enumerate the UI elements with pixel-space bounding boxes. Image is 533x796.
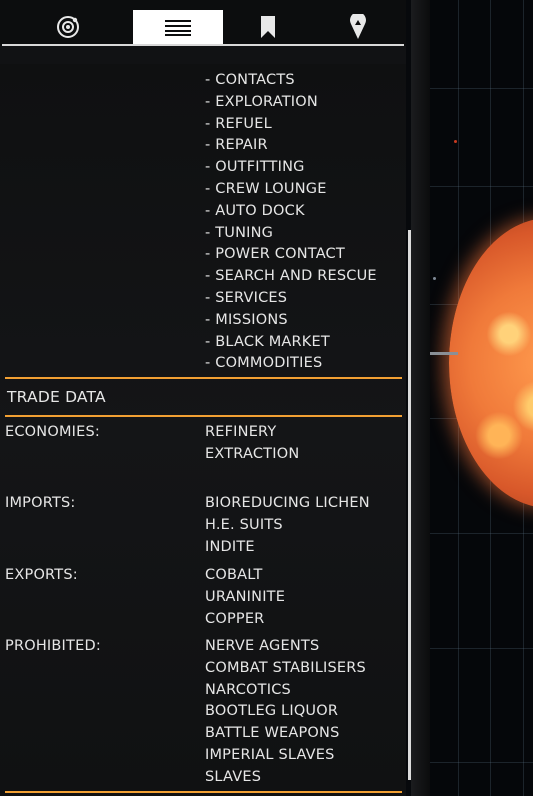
export-value: URANINITE bbox=[205, 588, 286, 605]
service-item: - REPAIR bbox=[205, 137, 268, 154]
service-item: - TUNING bbox=[205, 224, 274, 241]
import-value: BIOREDUCING LICHEN bbox=[205, 495, 370, 511]
service-item: - BLACK MARKET bbox=[205, 333, 330, 350]
prohibited-value: BATTLE WEAPONS bbox=[205, 725, 340, 742]
location-pin-icon bbox=[350, 14, 366, 39]
service-item: - AUTO DOCK bbox=[205, 202, 305, 219]
section-divider bbox=[5, 377, 402, 379]
service-item: - SEARCH AND RESCUE bbox=[205, 268, 377, 285]
galaxy-map-view[interactable] bbox=[430, 0, 533, 796]
economy-value: REFINERY bbox=[205, 424, 277, 440]
economies-values: REFINERY EXTRACTION bbox=[205, 422, 299, 466]
tab-bar-underline bbox=[2, 44, 404, 46]
tab-bookmarks[interactable] bbox=[223, 10, 313, 44]
prohibited-value: NERVE AGENTS bbox=[205, 638, 320, 654]
panel-content[interactable]: - CONTACTS - EXPLORATION - REFUEL - REPA… bbox=[0, 64, 406, 796]
export-value: COBALT bbox=[205, 567, 263, 583]
service-item: - POWER CONTACT bbox=[205, 246, 345, 263]
service-item: - SERVICES bbox=[205, 289, 288, 306]
export-value: COPPER bbox=[205, 610, 265, 627]
service-item: - CREW LOUNGE bbox=[205, 180, 327, 197]
prohibited-value: COMBAT STABILISERS bbox=[205, 659, 366, 676]
tab-system[interactable] bbox=[23, 10, 113, 44]
tab-navigation[interactable] bbox=[313, 10, 403, 44]
map-star-dot[interactable] bbox=[433, 277, 436, 280]
service-item: - REFUEL bbox=[205, 115, 272, 132]
map-grid-line bbox=[430, 762, 533, 763]
economies-label: ECONOMIES: bbox=[5, 424, 100, 440]
service-item: - COMMODITIES bbox=[205, 355, 323, 372]
prohibited-label: PROHIBITED: bbox=[5, 638, 101, 654]
imports-label: IMPORTS: bbox=[5, 495, 76, 511]
star-body[interactable] bbox=[449, 218, 533, 508]
prohibited-values: NERVE AGENTS COMBAT STABILISERS NARCOTIC… bbox=[205, 636, 366, 789]
list-lines-icon bbox=[165, 20, 191, 36]
map-star-dot[interactable] bbox=[454, 140, 457, 143]
section-divider bbox=[5, 415, 402, 417]
panel-edge bbox=[411, 0, 430, 796]
imports-values: BIOREDUCING LICHEN H.E. SUITS INDITE bbox=[205, 493, 370, 558]
tab-info[interactable] bbox=[133, 10, 223, 44]
trade-data-title: TRADE DATA bbox=[7, 388, 106, 406]
import-value: H.E. SUITS bbox=[205, 516, 283, 533]
system-info-panel: - CONTACTS - EXPLORATION - REFUEL - REPA… bbox=[0, 0, 406, 796]
service-item: - CONTACTS bbox=[205, 72, 295, 88]
service-item: - MISSIONS bbox=[205, 311, 288, 328]
exports-values: COBALT URANINITE COPPER bbox=[205, 565, 285, 630]
map-selection-marker bbox=[430, 352, 458, 355]
service-item: - OUTFITTING bbox=[205, 159, 305, 176]
exports-label: EXPORTS: bbox=[5, 567, 78, 583]
services-list: - CONTACTS - EXPLORATION - REFUEL - REPA… bbox=[205, 70, 377, 375]
prohibited-value: IMPERIAL SLAVES bbox=[205, 746, 335, 763]
map-grid-line bbox=[430, 533, 533, 534]
prohibited-value: NARCOTICS bbox=[205, 681, 291, 698]
bookmark-icon bbox=[261, 16, 275, 38]
map-grid-line bbox=[430, 648, 533, 649]
system-orbit-icon bbox=[57, 16, 79, 38]
economy-value: EXTRACTION bbox=[205, 445, 300, 462]
panel-tab-bar bbox=[0, 0, 406, 46]
service-item: - EXPLORATION bbox=[205, 93, 318, 110]
prohibited-value: SLAVES bbox=[205, 768, 262, 785]
map-grid-line bbox=[430, 186, 533, 187]
map-grid-line bbox=[430, 88, 533, 89]
import-value: INDITE bbox=[205, 538, 255, 555]
section-divider bbox=[5, 791, 402, 793]
prohibited-value: BOOTLEG LIQUOR bbox=[205, 703, 339, 720]
